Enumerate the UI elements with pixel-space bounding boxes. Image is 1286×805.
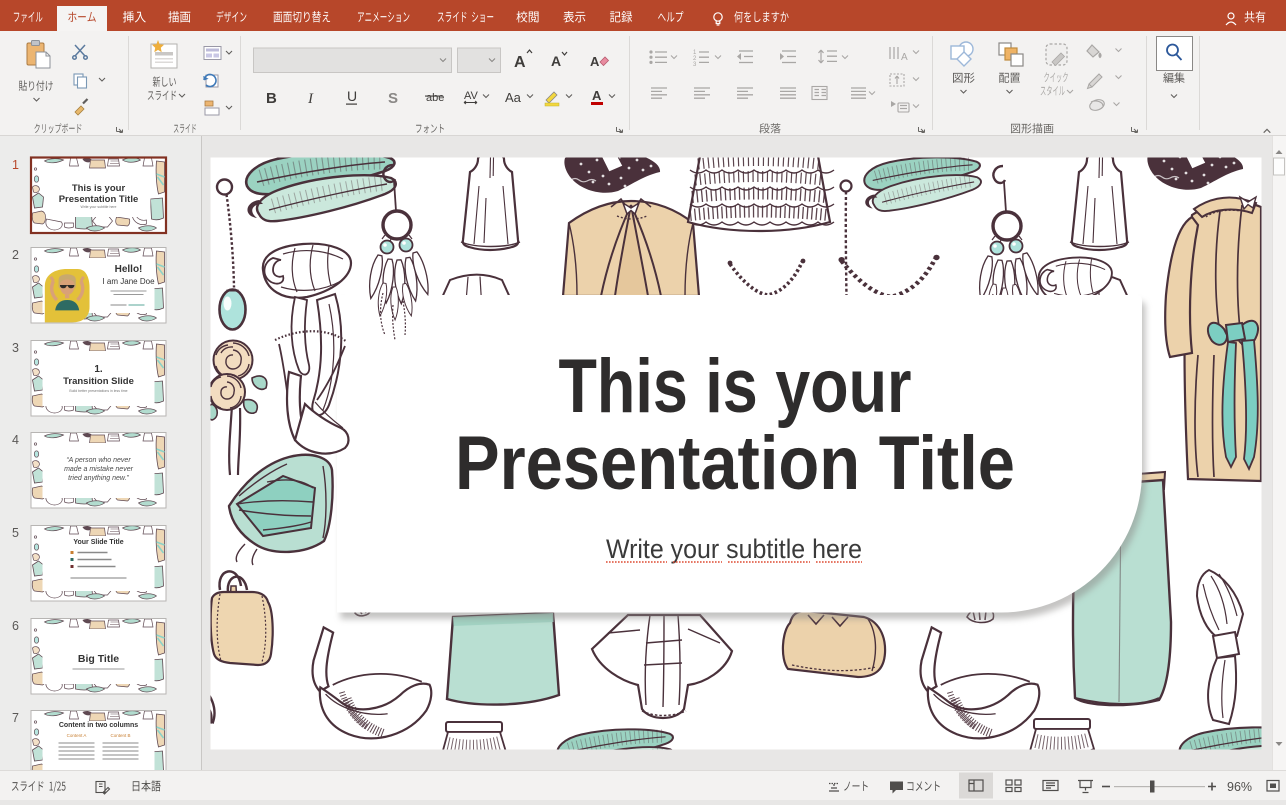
svg-text:6: 6 [12, 619, 19, 633]
svg-text:This is your: This is your [559, 344, 912, 429]
svg-text:Your Slide Title: Your Slide Title [73, 539, 123, 546]
svg-text:B: B [266, 90, 277, 107]
svg-text:2: 2 [12, 248, 19, 262]
svg-text:AV: AV [464, 90, 479, 102]
svg-text:A: A [514, 54, 526, 71]
svg-text:U: U [347, 88, 357, 104]
svg-text:I am Jane Doe: I am Jane Doe [102, 277, 155, 286]
svg-text:A: A [592, 88, 602, 103]
svg-text:S: S [388, 90, 398, 107]
svg-text:Build better presentations in: Build better presentations in less time [69, 389, 127, 393]
svg-text:Aa: Aa [505, 90, 522, 105]
svg-text:3: 3 [12, 341, 19, 355]
svg-text:“A person who never: “A person who never [66, 457, 131, 464]
svg-text:I: I [307, 91, 314, 107]
svg-text:This is your: This is your [72, 183, 126, 194]
svg-text:Big Title: Big Title [78, 653, 119, 665]
svg-text:Content B: Content B [110, 733, 130, 738]
svg-text:Content in two columns: Content in two columns [59, 722, 138, 729]
svg-text:96%: 96% [1227, 780, 1252, 794]
svg-text:1: 1 [12, 158, 19, 172]
svg-text:1.: 1. [94, 364, 103, 375]
svg-text:5: 5 [12, 526, 19, 540]
svg-text:Write your subtitle here: Write your subtitle here [81, 205, 117, 209]
svg-text:abe: abe [426, 92, 444, 104]
svg-text:made a mistake never: made a mistake never [64, 466, 134, 473]
svg-text:Hello!: Hello! [115, 264, 143, 275]
svg-text:A: A [590, 54, 600, 69]
svg-text:Presentation Title: Presentation Title [455, 421, 1015, 506]
svg-text:4: 4 [12, 433, 19, 447]
svg-text:Transition Slide: Transition Slide [63, 376, 134, 387]
svg-text:A: A [551, 53, 561, 69]
svg-text:A: A [901, 52, 908, 63]
svg-text:Write your subtitle here: Write your subtitle here [606, 534, 862, 564]
svg-text:Content A: Content A [67, 733, 87, 738]
svg-text:7: 7 [12, 711, 19, 725]
svg-text:tried anything new.”: tried anything new.” [68, 475, 129, 482]
svg-text:Presentation Title: Presentation Title [59, 194, 139, 205]
